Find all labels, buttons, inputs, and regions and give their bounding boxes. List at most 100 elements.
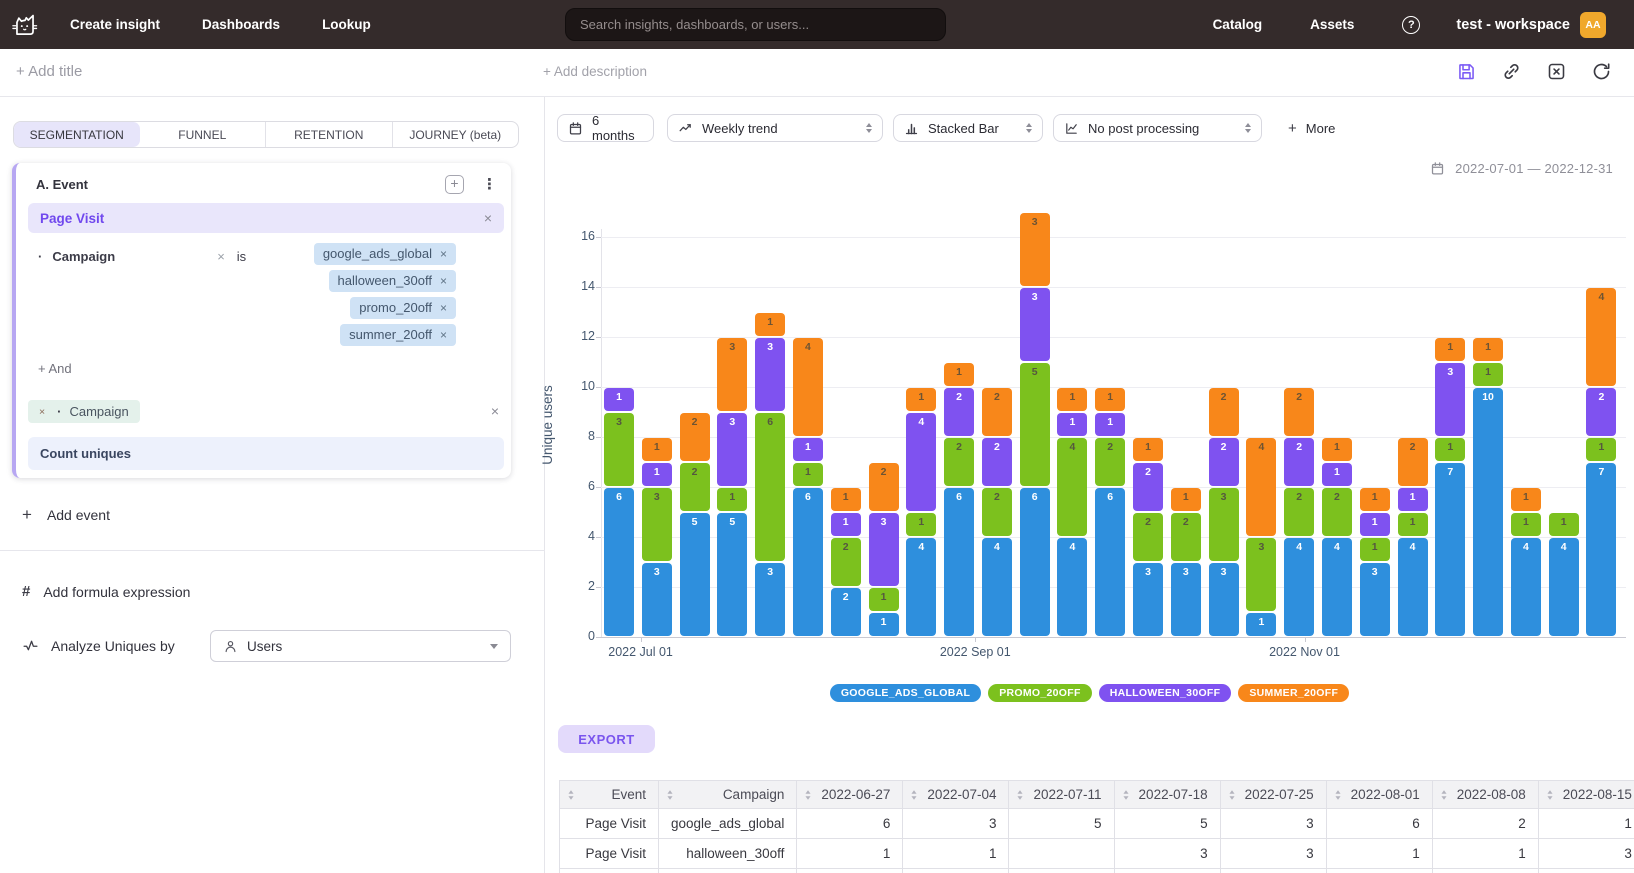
search-input[interactable] <box>565 8 946 41</box>
add-event-button[interactable]: + Add event <box>22 505 110 525</box>
bar-segment-google_ads_global[interactable] <box>1171 563 1201 636</box>
bar-segment-google_ads_global[interactable] <box>717 513 747 636</box>
sort-icon[interactable] <box>1441 790 1447 800</box>
add-and-condition[interactable]: + And <box>38 361 72 376</box>
bar-segment-summer_20off[interactable] <box>1511 488 1541 511</box>
bar-segment-promo_20off[interactable] <box>944 438 974 486</box>
remove-value-icon[interactable]: × <box>440 247 447 261</box>
bar-segment-google_ads_global[interactable] <box>1020 488 1050 636</box>
bar-segment-halloween_30off[interactable] <box>1398 488 1428 511</box>
clear-breakdown-icon[interactable]: × <box>491 403 499 419</box>
bar-segment-google_ads_global[interactable] <box>793 488 823 636</box>
column-header-2022-08-01[interactable]: 2022-08-01 <box>1326 781 1432 809</box>
bar-segment-promo_20off[interactable] <box>755 413 785 561</box>
bar-segment-halloween_30off[interactable] <box>982 438 1012 486</box>
bar-segment-google_ads_global[interactable] <box>680 513 710 636</box>
help-icon[interactable]: ? <box>1402 16 1420 34</box>
sort-icon[interactable] <box>1123 790 1129 800</box>
bar-segment-promo_20off[interactable] <box>1322 488 1352 536</box>
bar-segment-halloween_30off[interactable] <box>1095 413 1125 436</box>
remove-value-icon[interactable]: × <box>440 328 447 342</box>
remove-filter-icon[interactable]: × <box>217 249 225 264</box>
bar-segment-summer_20off[interactable] <box>1057 388 1087 411</box>
bar-segment-google_ads_global[interactable] <box>1246 613 1276 636</box>
legend-item-halloween_30off[interactable]: HALLOWEEN_30OFF <box>1099 684 1232 702</box>
bar-segment-google_ads_global[interactable] <box>1435 463 1465 636</box>
sort-icon[interactable] <box>568 790 574 800</box>
bar-segment-summer_20off[interactable] <box>1284 388 1314 436</box>
bar-segment-promo_20off[interactable] <box>1360 538 1390 561</box>
bar-segment-promo_20off[interactable] <box>793 463 823 486</box>
filter-value-tag[interactable]: halloween_30off× <box>329 270 456 292</box>
tab-funnel[interactable]: FUNNEL <box>140 122 266 147</box>
bar-segment-google_ads_global[interactable] <box>982 538 1012 636</box>
tab-segmentation[interactable]: SEGMENTATION <box>14 122 140 147</box>
bar-segment-promo_20off[interactable] <box>1473 363 1503 386</box>
bar-segment-google_ads_global[interactable] <box>642 563 672 636</box>
bar-segment-google_ads_global[interactable] <box>604 488 634 636</box>
refresh-icon[interactable] <box>1590 60 1612 82</box>
column-header-campaign[interactable]: Campaign <box>659 781 797 809</box>
add-filter-icon[interactable]: + <box>445 175 464 194</box>
filter-value-tag[interactable]: promo_20off× <box>350 297 456 319</box>
bar-segment-google_ads_global[interactable] <box>1284 538 1314 636</box>
bar-segment-halloween_30off[interactable] <box>1133 463 1163 511</box>
bar-segment-promo_20off[interactable] <box>1209 488 1239 561</box>
bar-segment-promo_20off[interactable] <box>1435 438 1465 461</box>
bar-segment-promo_20off[interactable] <box>982 488 1012 536</box>
save-icon[interactable] <box>1455 60 1477 82</box>
bar-segment-promo_20off[interactable] <box>831 538 861 586</box>
kebab-menu-icon[interactable]: ⋮ <box>482 175 497 193</box>
clear-insight-icon[interactable] <box>1545 60 1567 82</box>
bar-segment-summer_20off[interactable] <box>1020 213 1050 286</box>
bar-segment-promo_20off[interactable] <box>1246 538 1276 611</box>
bar-segment-google_ads_global[interactable] <box>1322 538 1352 636</box>
avatar[interactable]: AA <box>1580 12 1606 38</box>
column-header-event[interactable]: Event <box>560 781 659 809</box>
filter-property-name[interactable]: Campaign <box>52 249 115 264</box>
column-header-2022-07-25[interactable]: 2022-07-25 <box>1220 781 1326 809</box>
bar-segment-halloween_30off[interactable] <box>906 413 936 511</box>
bar-segment-promo_20off[interactable] <box>1020 363 1050 486</box>
filter-value-tag[interactable]: summer_20off× <box>340 324 456 346</box>
add-description-field[interactable]: + Add description <box>543 64 647 79</box>
bar-segment-summer_20off[interactable] <box>1398 438 1428 486</box>
column-header-2022-07-18[interactable]: 2022-07-18 <box>1114 781 1220 809</box>
column-header-2022-08-08[interactable]: 2022-08-08 <box>1432 781 1538 809</box>
bar-segment-promo_20off[interactable] <box>1057 438 1087 536</box>
bar-segment-google_ads_global[interactable] <box>1095 488 1125 636</box>
bar-segment-promo_20off[interactable] <box>1133 513 1163 561</box>
bar-segment-halloween_30off[interactable] <box>604 388 634 411</box>
bar-segment-google_ads_global[interactable] <box>1057 538 1087 636</box>
tab-journey-beta-[interactable]: JOURNEY (beta) <box>392 122 519 147</box>
legend-item-summer_20off[interactable]: SUMMER_20OFF <box>1238 684 1349 702</box>
copy-link-icon[interactable] <box>1500 60 1522 82</box>
remove-value-icon[interactable]: × <box>440 301 447 315</box>
bar-segment-summer_20off[interactable] <box>680 413 710 461</box>
bar-segment-halloween_30off[interactable] <box>944 388 974 436</box>
remove-breakdown-icon[interactable]: × <box>39 406 45 418</box>
column-header-2022-07-11[interactable]: 2022-07-11 <box>1009 781 1114 809</box>
bar-segment-summer_20off[interactable] <box>906 388 936 411</box>
bar-segment-promo_20off[interactable] <box>642 488 672 561</box>
bar-segment-google_ads_global[interactable] <box>1209 563 1239 636</box>
bar-segment-google_ads_global[interactable] <box>869 613 899 636</box>
bar-segment-halloween_30off[interactable] <box>755 338 785 411</box>
bar-segment-promo_20off[interactable] <box>1284 488 1314 536</box>
sort-icon[interactable] <box>1335 790 1341 800</box>
bar-segment-promo_20off[interactable] <box>604 413 634 486</box>
filter-value-tag[interactable]: google_ads_global× <box>314 243 456 265</box>
bar-segment-google_ads_global[interactable] <box>1133 563 1163 636</box>
bar-segment-promo_20off[interactable] <box>680 463 710 511</box>
sort-icon[interactable] <box>1547 790 1553 800</box>
add-title-field[interactable]: + Add title <box>16 63 82 80</box>
bar-segment-summer_20off[interactable] <box>1171 488 1201 511</box>
bar-segment-promo_20off[interactable] <box>869 588 899 611</box>
bar-segment-google_ads_global[interactable] <box>906 538 936 636</box>
bar-segment-promo_20off[interactable] <box>1398 513 1428 536</box>
bar-segment-summer_20off[interactable] <box>1360 488 1390 511</box>
selected-event-row[interactable]: Page Visit × <box>28 203 504 233</box>
bar-segment-summer_20off[interactable] <box>944 363 974 386</box>
bar-segment-halloween_30off[interactable] <box>717 413 747 486</box>
sort-icon[interactable] <box>911 790 917 800</box>
